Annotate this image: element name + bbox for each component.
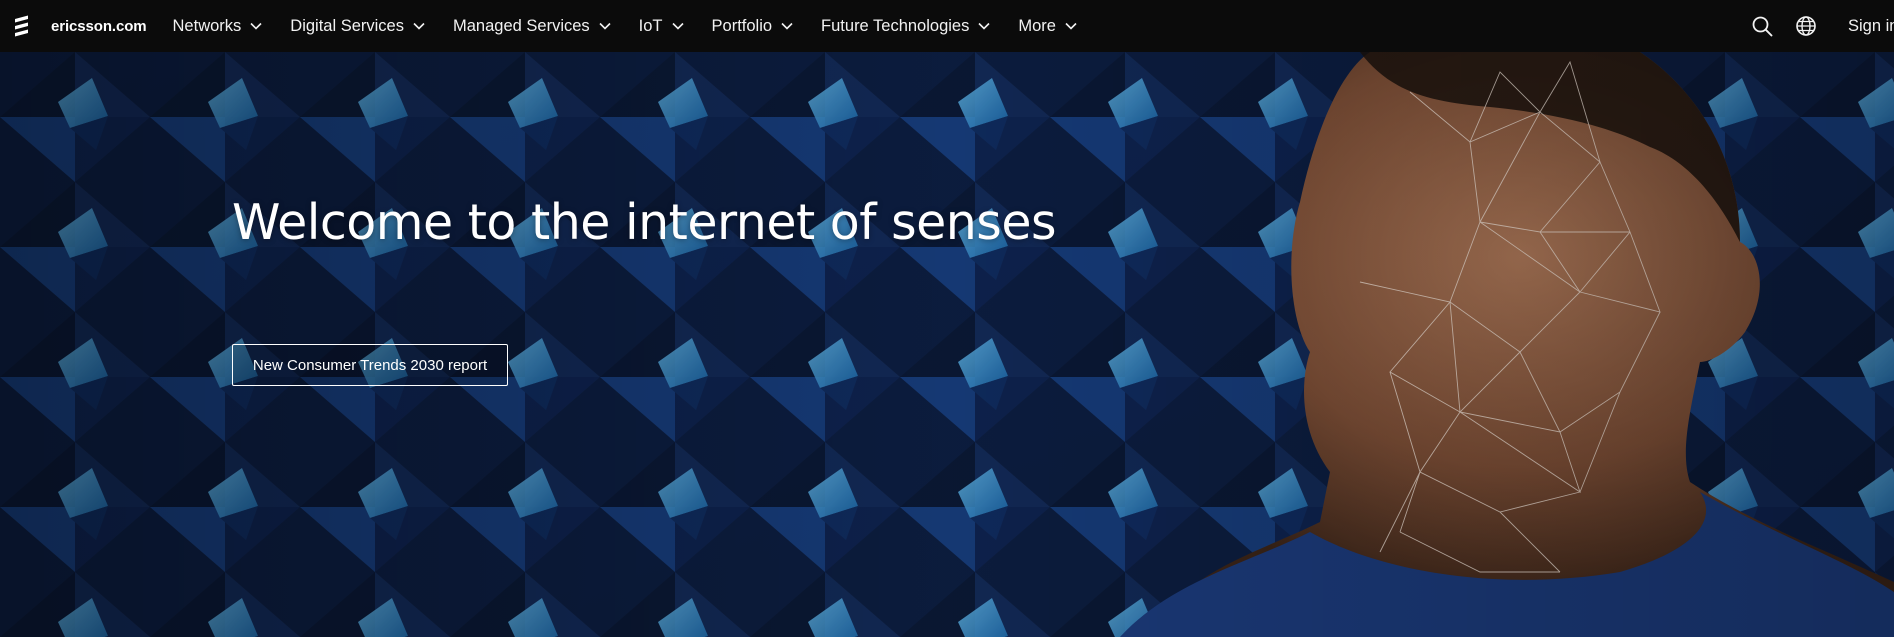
main-menu: Networks Digital Services Managed Servic… <box>173 0 1091 52</box>
consumer-trends-report-button[interactable]: New Consumer Trends 2030 report <box>232 344 508 386</box>
chevron-down-icon <box>250 22 262 30</box>
nav-item-future-technologies[interactable]: Future Technologies <box>807 0 1004 52</box>
top-navigation: ericsson.com Networks Digital Services M… <box>0 0 1894 52</box>
nav-item-portfolio[interactable]: Portfolio <box>698 0 808 52</box>
brand-name: ericsson.com <box>51 17 147 35</box>
nav-item-digital-services[interactable]: Digital Services <box>276 0 439 52</box>
nav-item-iot[interactable]: IoT <box>625 0 698 52</box>
search-button[interactable] <box>1740 0 1784 52</box>
nav-item-label: IoT <box>638 16 663 35</box>
chevron-down-icon <box>978 22 990 30</box>
hero-banner: Welcome to the internet of senses New Co… <box>0 52 1894 637</box>
nav-utilities: Sign in <box>1740 0 1894 52</box>
globe-icon <box>1796 16 1816 36</box>
nav-item-label: Managed Services <box>453 16 590 35</box>
ericsson-logo-icon <box>15 15 28 37</box>
nav-item-managed-services[interactable]: Managed Services <box>439 0 625 52</box>
nav-item-label: Digital Services <box>290 16 404 35</box>
nav-item-networks[interactable]: Networks <box>173 0 277 52</box>
sign-in-link[interactable]: Sign in <box>1828 17 1894 36</box>
nav-item-label: More <box>1018 16 1056 35</box>
brand-home-link[interactable]: ericsson.com <box>0 0 173 52</box>
chevron-down-icon <box>671 22 684 30</box>
nav-item-label: Future Technologies <box>821 16 970 35</box>
language-button[interactable] <box>1784 0 1828 52</box>
chevron-down-icon <box>1065 22 1077 30</box>
nav-item-label: Networks <box>172 16 242 35</box>
chevron-down-icon <box>413 22 425 30</box>
chevron-down-icon <box>599 22 611 30</box>
hero-title: Welcome to the internet of senses <box>232 194 1057 251</box>
search-icon <box>1752 16 1773 37</box>
nav-item-label: Portfolio <box>711 16 773 35</box>
chevron-down-icon <box>781 22 793 30</box>
nav-item-more[interactable]: More <box>1004 0 1091 52</box>
